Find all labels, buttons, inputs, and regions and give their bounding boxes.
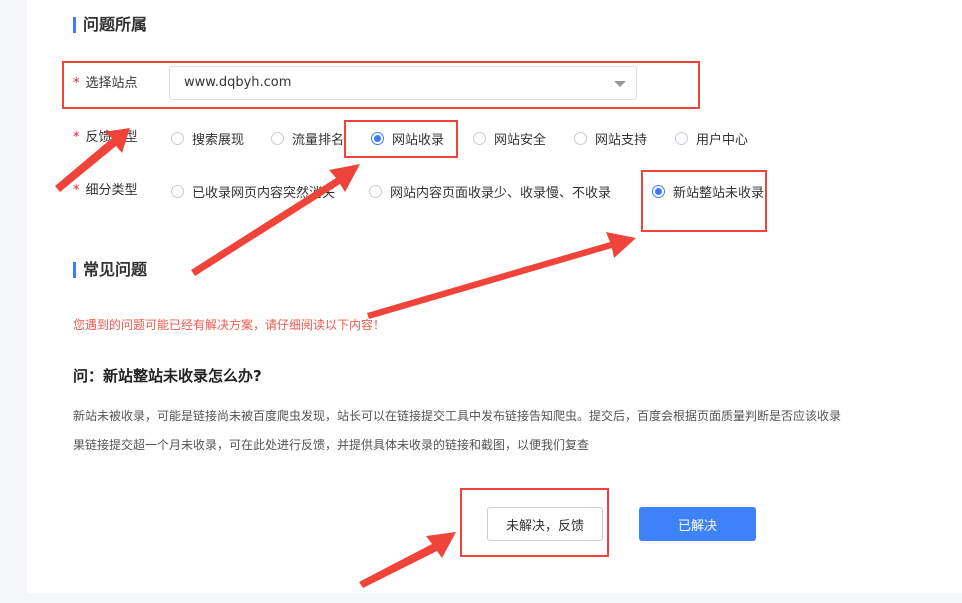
annotation-arrow-feedback xyxy=(359,532,456,588)
annotation-arrow-indexing xyxy=(191,164,360,276)
annotation-arrow-site xyxy=(55,128,130,192)
annotation-arrows xyxy=(55,128,636,588)
annotation-arrow-new-site xyxy=(367,232,636,319)
